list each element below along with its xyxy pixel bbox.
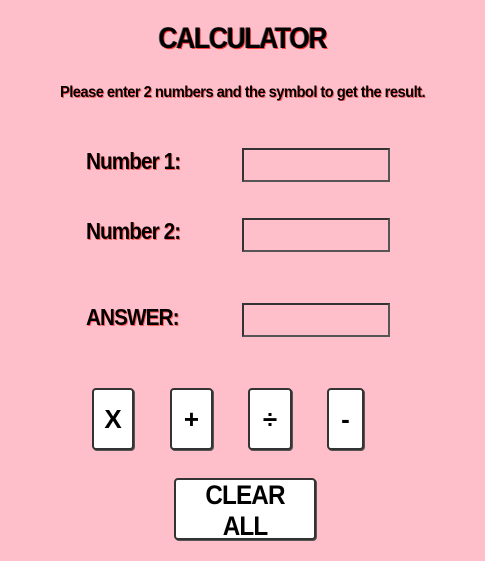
number1-label: Number 1: — [86, 148, 181, 174]
subtract-button[interactable]: - — [327, 388, 364, 450]
number2-input[interactable] — [242, 218, 390, 252]
add-button[interactable]: + — [170, 388, 213, 450]
number2-label: Number 2: — [86, 218, 181, 244]
clear-all-label: CLEAR ALL — [205, 480, 285, 541]
instructions-text: Please enter 2 numbers and the symbol to… — [59, 84, 426, 101]
clear-all-button[interactable]: CLEAR ALL — [174, 478, 316, 541]
answer-output[interactable] — [242, 303, 390, 337]
number1-input[interactable] — [242, 148, 390, 182]
page-title: CALCULATOR — [158, 22, 328, 55]
answer-label: ANSWER: — [86, 304, 180, 330]
multiply-button[interactable]: X — [92, 388, 134, 450]
divide-button[interactable]: ÷ — [248, 388, 292, 450]
calculator-page: CALCULATOR Please enter 2 numbers and th… — [0, 0, 485, 561]
